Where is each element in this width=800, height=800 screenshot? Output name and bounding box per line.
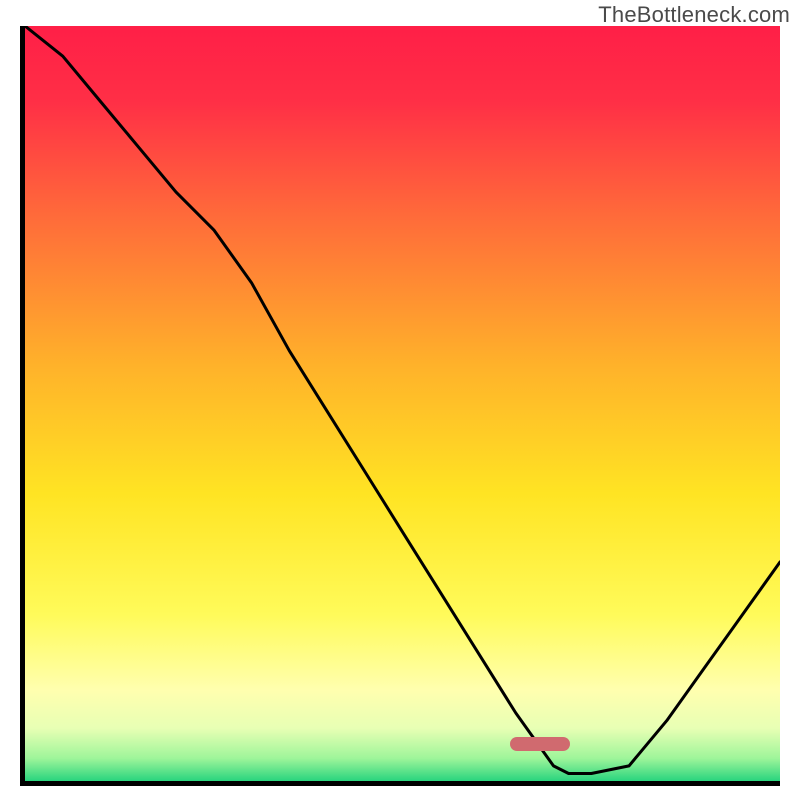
chart-stage: TheBottleneck.com bbox=[0, 0, 800, 800]
optimal-marker bbox=[510, 737, 570, 751]
plot-area bbox=[20, 26, 780, 786]
plot-svg bbox=[25, 26, 780, 781]
watermark-text: TheBottleneck.com bbox=[598, 2, 790, 28]
gradient-background bbox=[25, 26, 780, 781]
